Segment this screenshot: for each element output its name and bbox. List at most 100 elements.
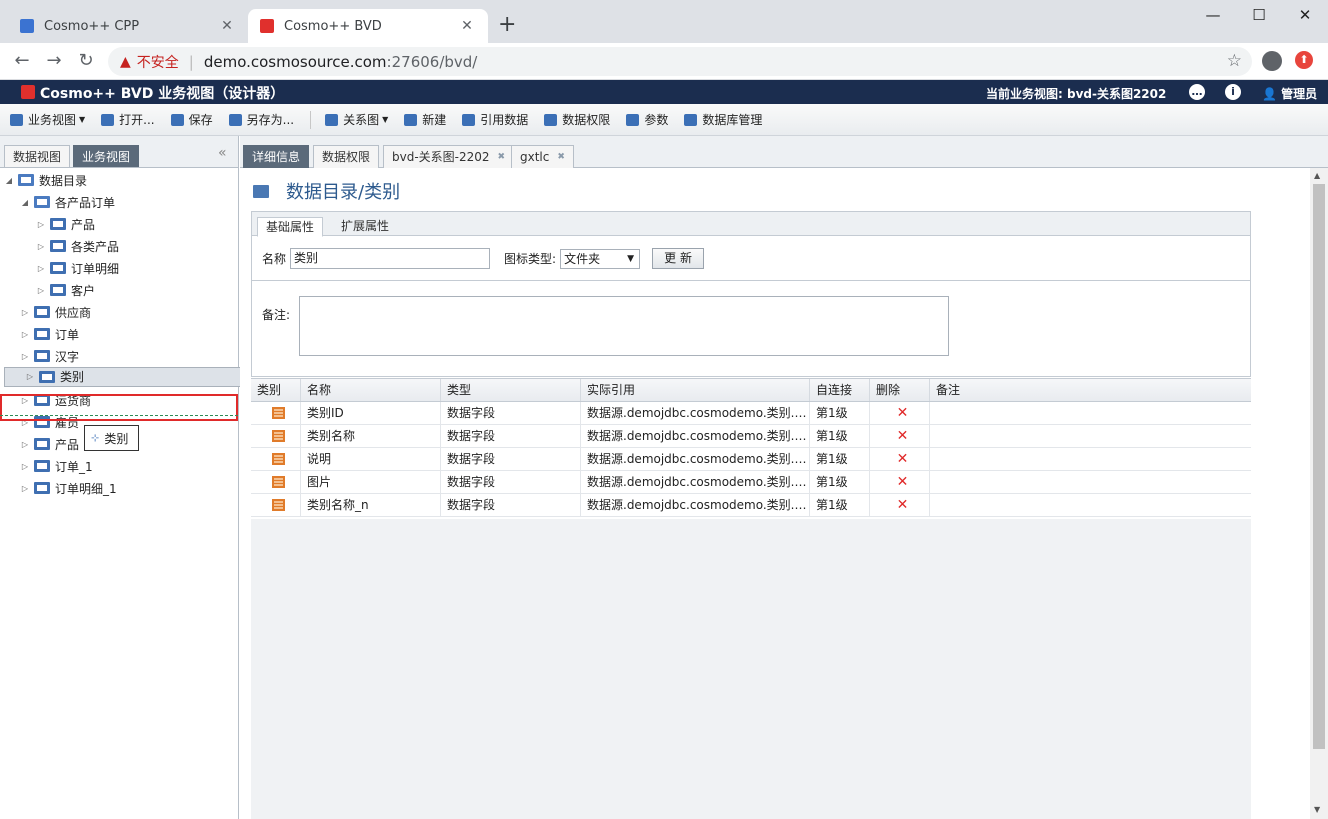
col-reference[interactable]: 实际引用	[581, 379, 810, 401]
collapse-panel-icon[interactable]: «	[218, 145, 227, 161]
delete-icon[interactable]: ✕	[870, 471, 930, 493]
toolbar-new-button[interactable]: 新建	[404, 111, 446, 128]
type-cell: 数据字段	[441, 471, 581, 493]
reload-icon[interactable]: ↻	[74, 50, 98, 71]
browser-tab-cpp[interactable]: Cosmo++ CPP ✕	[8, 9, 248, 43]
bookmark-star-icon[interactable]: ☆	[1227, 51, 1242, 71]
expand-arrow-icon[interactable]: ▷	[20, 308, 30, 317]
tab-business-view[interactable]: 业务视图	[73, 145, 140, 167]
expand-arrow-icon[interactable]: ▷	[20, 352, 30, 361]
tree-node-selected[interactable]: ▷ 类别	[4, 367, 242, 387]
tree-node[interactable]: ▷ 产品	[36, 213, 238, 235]
toolbar-label: 关系图	[343, 113, 380, 127]
tab-details[interactable]: 详细信息	[243, 145, 310, 168]
back-arrow-icon[interactable]: ←	[10, 50, 34, 71]
close-tab-icon[interactable]: ✕	[218, 18, 236, 34]
minimize-button[interactable]: —	[1190, 4, 1236, 26]
expand-arrow-icon[interactable]: ▷	[36, 286, 46, 295]
tab-basic-properties[interactable]: 基础属性	[257, 217, 324, 237]
update-button[interactable]: 更 新	[652, 248, 705, 269]
expand-arrow-icon[interactable]: ◢	[20, 198, 30, 207]
url-input[interactable]: ▲ 不安全 | demo.cosmosource.com :27606/bvd/…	[108, 47, 1252, 76]
self-join-cell[interactable]: 第1级	[810, 402, 870, 424]
tab-data-view[interactable]: 数据视图	[4, 145, 71, 167]
self-join-cell[interactable]: 第1级	[810, 471, 870, 493]
delete-icon[interactable]: ✕	[870, 425, 930, 447]
expand-arrow-icon[interactable]: ▷	[20, 462, 30, 471]
tree-node[interactable]: ▷ 汉字	[20, 345, 238, 367]
expand-arrow-icon[interactable]: ◢	[4, 176, 14, 185]
profile-avatar-icon[interactable]	[1262, 51, 1282, 71]
tree-node[interactable]: ▷ 订单_1	[20, 455, 238, 477]
self-join-cell[interactable]: 第1级	[810, 494, 870, 516]
tree-node[interactable]: ▷ 订单明细_1	[20, 477, 238, 499]
scroll-down-arrow-icon[interactable]: ▼	[1314, 805, 1320, 814]
tree-node[interactable]: ◢ 各产品订单	[20, 191, 238, 213]
expand-arrow-icon[interactable]: ▷	[20, 484, 30, 493]
expand-arrow-icon[interactable]: ▷	[25, 368, 35, 386]
info-icon[interactable]: i	[1225, 84, 1241, 100]
toolbar-data-permission-button[interactable]: 数据权限	[544, 111, 610, 128]
name-input[interactable]: 类别	[290, 248, 491, 269]
remark-textarea[interactable]	[299, 296, 949, 356]
table-row[interactable]: 类别名称 数据字段 数据源.demojdbc.cosmodemo.类别.类...…	[251, 425, 1251, 448]
toolbar-relation-button[interactable]: 关系图 ▼	[325, 111, 388, 128]
scrollbar-thumb[interactable]	[1313, 184, 1325, 749]
browser-tab-bvd[interactable]: Cosmo++ BVD ✕	[248, 9, 488, 43]
toolbar-reference-data-button[interactable]: 引用数据	[462, 111, 528, 128]
name-cell: 类别名称	[301, 425, 441, 447]
close-tab-icon[interactable]: ✕	[458, 18, 476, 34]
vertical-scrollbar[interactable]: ▲ ▼	[1310, 168, 1328, 819]
tab-gxtlc[interactable]: gxtlc ✖	[511, 145, 574, 168]
toolbar-save-as-button[interactable]: 另存为...	[228, 111, 294, 128]
close-tab-icon[interactable]: ✖	[498, 152, 506, 162]
tab-data-permission[interactable]: 数据权限	[313, 145, 380, 168]
maximize-button[interactable]: ☐	[1236, 4, 1282, 26]
dropdown-arrow-icon: ▼	[627, 253, 635, 264]
toolbar-business-view-button[interactable]: 业务视图 ▼	[10, 111, 85, 128]
self-join-cell[interactable]: 第1级	[810, 448, 870, 470]
table-row[interactable]: 图片 数据字段 数据源.demojdbc.cosmodemo.类别.图片 第1级…	[251, 471, 1251, 494]
toolbar-parameter-button[interactable]: 参数	[626, 111, 668, 128]
tree-node[interactable]: ▷ 客户	[36, 279, 238, 301]
tree-node[interactable]: ◢ 数据目录	[4, 169, 238, 191]
tree-node[interactable]: ▷ 订单	[20, 323, 238, 345]
close-tab-icon[interactable]: ✖	[557, 152, 565, 162]
expand-arrow-icon[interactable]: ▷	[36, 242, 46, 251]
col-type[interactable]: 类型	[441, 379, 581, 401]
tree-node[interactable]: ▷ 订单明细	[36, 257, 238, 279]
table-row[interactable]: 说明 数据字段 数据源.demojdbc.cosmodemo.类别.说明 第1级…	[251, 448, 1251, 471]
extension-icon[interactable]: ⬆	[1295, 51, 1313, 69]
remark-cell	[930, 425, 1251, 447]
tree-node[interactable]: ▷ 供应商	[20, 301, 238, 323]
expand-arrow-icon[interactable]: ▷	[36, 220, 46, 229]
tree-node-label: 供应商	[55, 305, 92, 320]
col-name[interactable]: 名称	[301, 379, 441, 401]
icon-type-select[interactable]: 文件夹 ▼	[560, 248, 641, 269]
col-category[interactable]: 类别	[251, 379, 301, 401]
col-remark[interactable]: 备注	[930, 379, 1251, 401]
new-tab-button[interactable]: +	[498, 13, 516, 37]
message-icon[interactable]: …	[1189, 84, 1205, 100]
tab-bvd-diagram[interactable]: bvd-关系图-2202 ✖	[383, 145, 515, 168]
toolbar-open-button[interactable]: 打开...	[101, 111, 155, 128]
expand-arrow-icon[interactable]: ▷	[20, 440, 30, 449]
tab-extended-properties[interactable]: 扩展属性	[333, 217, 397, 237]
expand-arrow-icon[interactable]: ▷	[20, 330, 30, 339]
delete-icon[interactable]: ✕	[870, 402, 930, 424]
delete-icon[interactable]: ✕	[870, 448, 930, 470]
table-row[interactable]: 类别名称_n 数据字段 数据源.demojdbc.cosmodemo.类别.类.…	[251, 494, 1251, 517]
toolbar-save-button[interactable]: 保存	[170, 111, 213, 128]
forward-arrow-icon[interactable]: →	[42, 50, 66, 71]
self-join-cell[interactable]: 第1级	[810, 425, 870, 447]
tree-node[interactable]: ▷ 各类产品	[36, 235, 238, 257]
delete-icon[interactable]: ✕	[870, 494, 930, 516]
scroll-up-arrow-icon[interactable]: ▲	[1314, 171, 1320, 180]
user-menu[interactable]: 👤 管理员	[1262, 85, 1317, 102]
close-window-button[interactable]: ✕	[1282, 4, 1328, 26]
col-delete[interactable]: 删除	[870, 379, 930, 401]
table-row[interactable]: 类别ID 数据字段 数据源.demojdbc.cosmodemo.类别.类...…	[251, 402, 1251, 425]
col-self-join[interactable]: 自连接	[810, 379, 870, 401]
toolbar-database-button[interactable]: 数据库管理	[684, 111, 762, 128]
expand-arrow-icon[interactable]: ▷	[36, 264, 46, 273]
